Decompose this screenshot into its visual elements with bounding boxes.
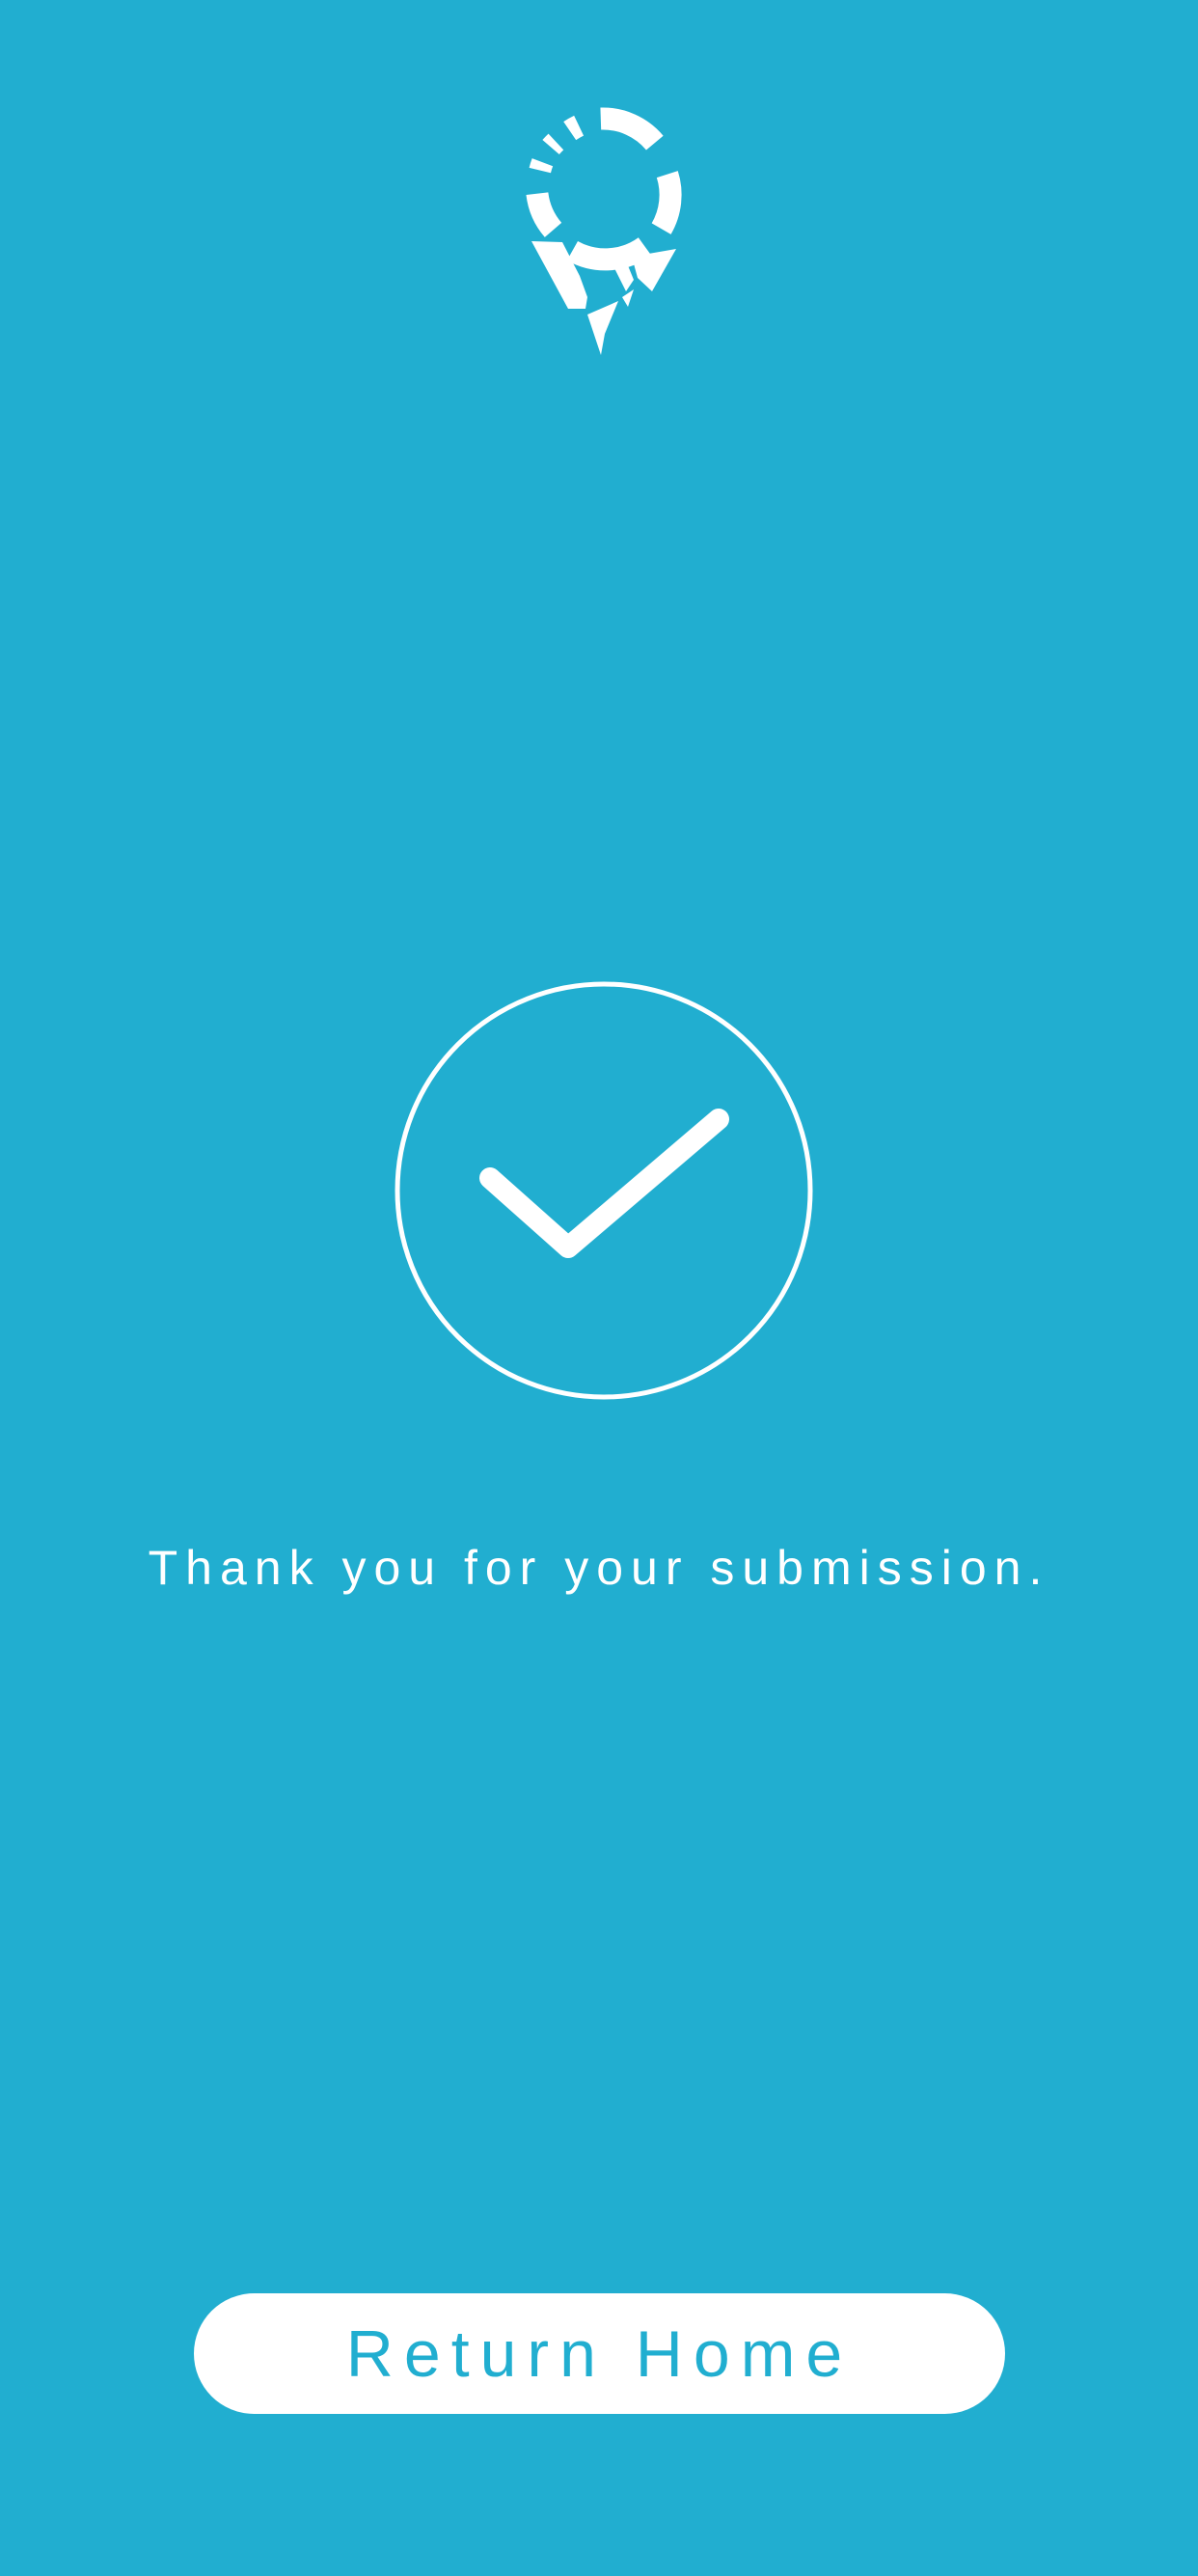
return-home-button[interactable]: Return Home <box>194 2293 1005 2414</box>
app-logo <box>512 106 692 359</box>
return-home-label: Return Home <box>345 2316 854 2391</box>
map-pin-logo-icon <box>526 107 682 355</box>
check-circle-icon <box>395 981 813 1400</box>
success-check <box>395 981 813 1400</box>
confirmation-message: Thank you for your submission. <box>148 1541 1050 1595</box>
